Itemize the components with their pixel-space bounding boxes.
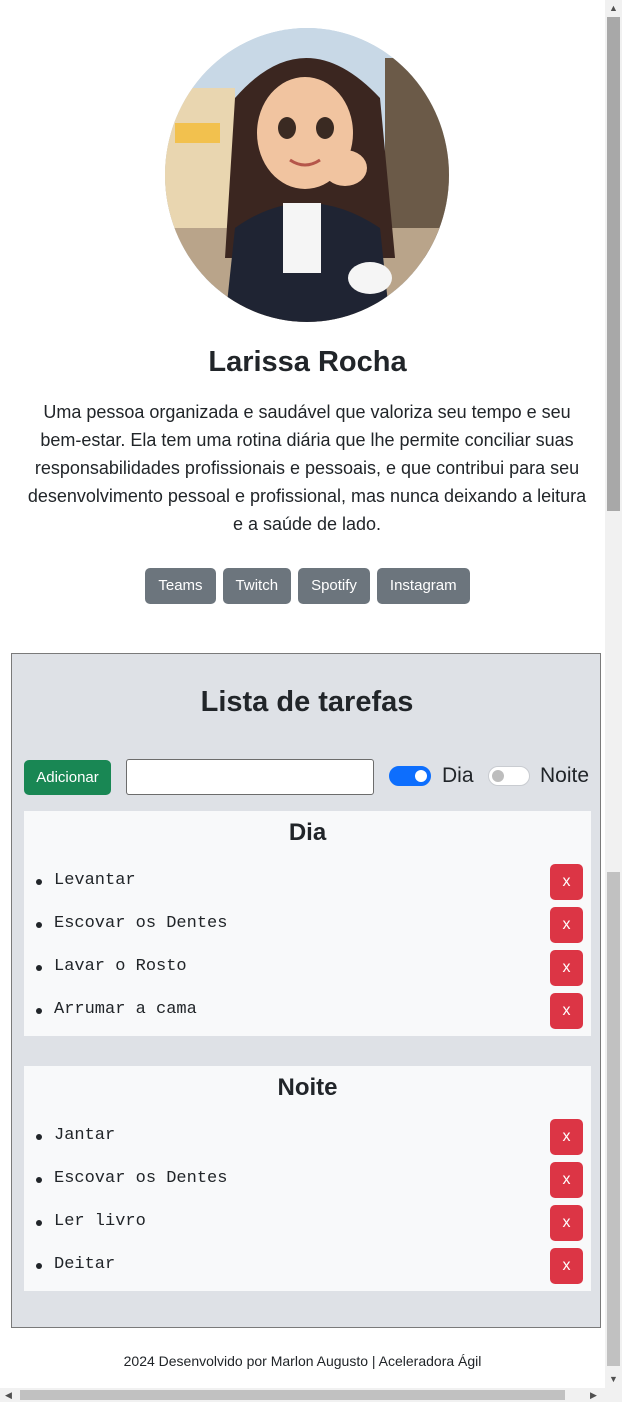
bullet	[36, 1134, 42, 1140]
scrollbar-corner	[605, 1388, 622, 1402]
night-task-row: Jantar x	[24, 1119, 591, 1162]
task-text: Deitar	[54, 1255, 116, 1274]
profile-name: Larissa Rocha	[208, 346, 407, 378]
vertical-scroll-track-highlight	[607, 872, 620, 1366]
delete-task-button[interactable]: x	[550, 950, 583, 986]
night-toggle-label: Noite	[540, 764, 590, 787]
task-text: Ler livro	[54, 1212, 146, 1231]
night-task-row: Escovar os Dentes x	[24, 1162, 591, 1205]
task-list-section: Lista de tarefas Adicionar Dia Noite Dia…	[11, 653, 601, 1328]
horizontal-scrollbar[interactable]: ◀ ▶	[0, 1388, 605, 1402]
bullet	[36, 1220, 42, 1226]
delete-task-button[interactable]: x	[550, 864, 583, 900]
social-links: Teams Twitch Spotify Instagram	[0, 568, 605, 604]
spotify-button[interactable]: Spotify	[298, 568, 370, 604]
scroll-up-arrow-icon[interactable]: ▲	[605, 0, 622, 17]
task-text: Escovar os Dentes	[54, 1169, 228, 1188]
delete-task-button[interactable]: x	[550, 1248, 583, 1284]
day-task-row: Escovar os Dentes x	[24, 907, 591, 950]
day-task-row: Levantar x	[24, 864, 591, 907]
day-tasks-panel: Dia Levantar x Escovar os Dentes x Lavar…	[24, 811, 591, 1036]
scroll-right-arrow-icon[interactable]: ▶	[585, 1388, 602, 1402]
day-toggle-label: Dia	[442, 764, 474, 787]
profile-bio: Uma pessoa organizada e saudável que val…	[27, 402, 587, 534]
night-task-row: Deitar x	[24, 1248, 591, 1291]
bullet	[36, 965, 42, 971]
bullet	[36, 922, 42, 928]
bullet	[36, 1008, 42, 1014]
night-tasks-panel: Noite Jantar x Escovar os Dentes x Ler l…	[24, 1066, 591, 1291]
night-toggle-knob	[492, 770, 504, 782]
delete-task-button[interactable]: x	[550, 907, 583, 943]
bullet	[36, 879, 42, 885]
delete-task-button[interactable]: x	[550, 993, 583, 1029]
day-toggle-switch[interactable]	[389, 766, 431, 786]
bullet	[36, 1263, 42, 1269]
day-task-row: Arrumar a cama x	[24, 993, 591, 1036]
task-text: Escovar os Dentes	[54, 914, 228, 933]
day-toggle-knob	[415, 770, 427, 782]
task-text: Lavar o Rosto	[54, 957, 187, 976]
teams-button[interactable]: Teams	[145, 568, 216, 604]
profile-avatar	[165, 28, 449, 322]
task-text: Arrumar a cama	[54, 1000, 197, 1019]
bullet	[36, 1177, 42, 1183]
task-text: Levantar	[54, 871, 136, 890]
night-panel-title: Noite	[277, 1074, 338, 1101]
footer-text: 2024 Desenvolvido por Marlon Augusto | A…	[123, 1353, 482, 1369]
add-task-button[interactable]: Adicionar	[24, 760, 111, 795]
night-toggle-switch[interactable]	[488, 766, 530, 786]
vertical-scroll-thumb[interactable]	[607, 17, 620, 511]
task-input[interactable]	[126, 759, 374, 795]
delete-task-button[interactable]: x	[550, 1205, 583, 1241]
avatar-illustration	[165, 28, 449, 322]
twitch-button[interactable]: Twitch	[222, 568, 292, 604]
scroll-left-arrow-icon[interactable]: ◀	[0, 1388, 17, 1402]
delete-task-button[interactable]: x	[550, 1162, 583, 1198]
page: Larissa Rocha Uma pessoa organizada e sa…	[0, 0, 605, 1388]
instagram-button[interactable]: Instagram	[376, 568, 470, 604]
task-text: Jantar	[54, 1126, 116, 1145]
night-task-row: Ler livro x	[24, 1205, 591, 1248]
day-panel-title: Dia	[288, 819, 327, 846]
scroll-down-arrow-icon[interactable]: ▼	[605, 1371, 622, 1388]
horizontal-scroll-thumb[interactable]	[20, 1390, 565, 1400]
delete-task-button[interactable]: x	[550, 1119, 583, 1155]
task-list-title: Lista de tarefas	[200, 686, 414, 718]
vertical-scrollbar[interactable]: ▲ ▼	[605, 0, 622, 1388]
day-task-row: Lavar o Rosto x	[24, 950, 591, 993]
